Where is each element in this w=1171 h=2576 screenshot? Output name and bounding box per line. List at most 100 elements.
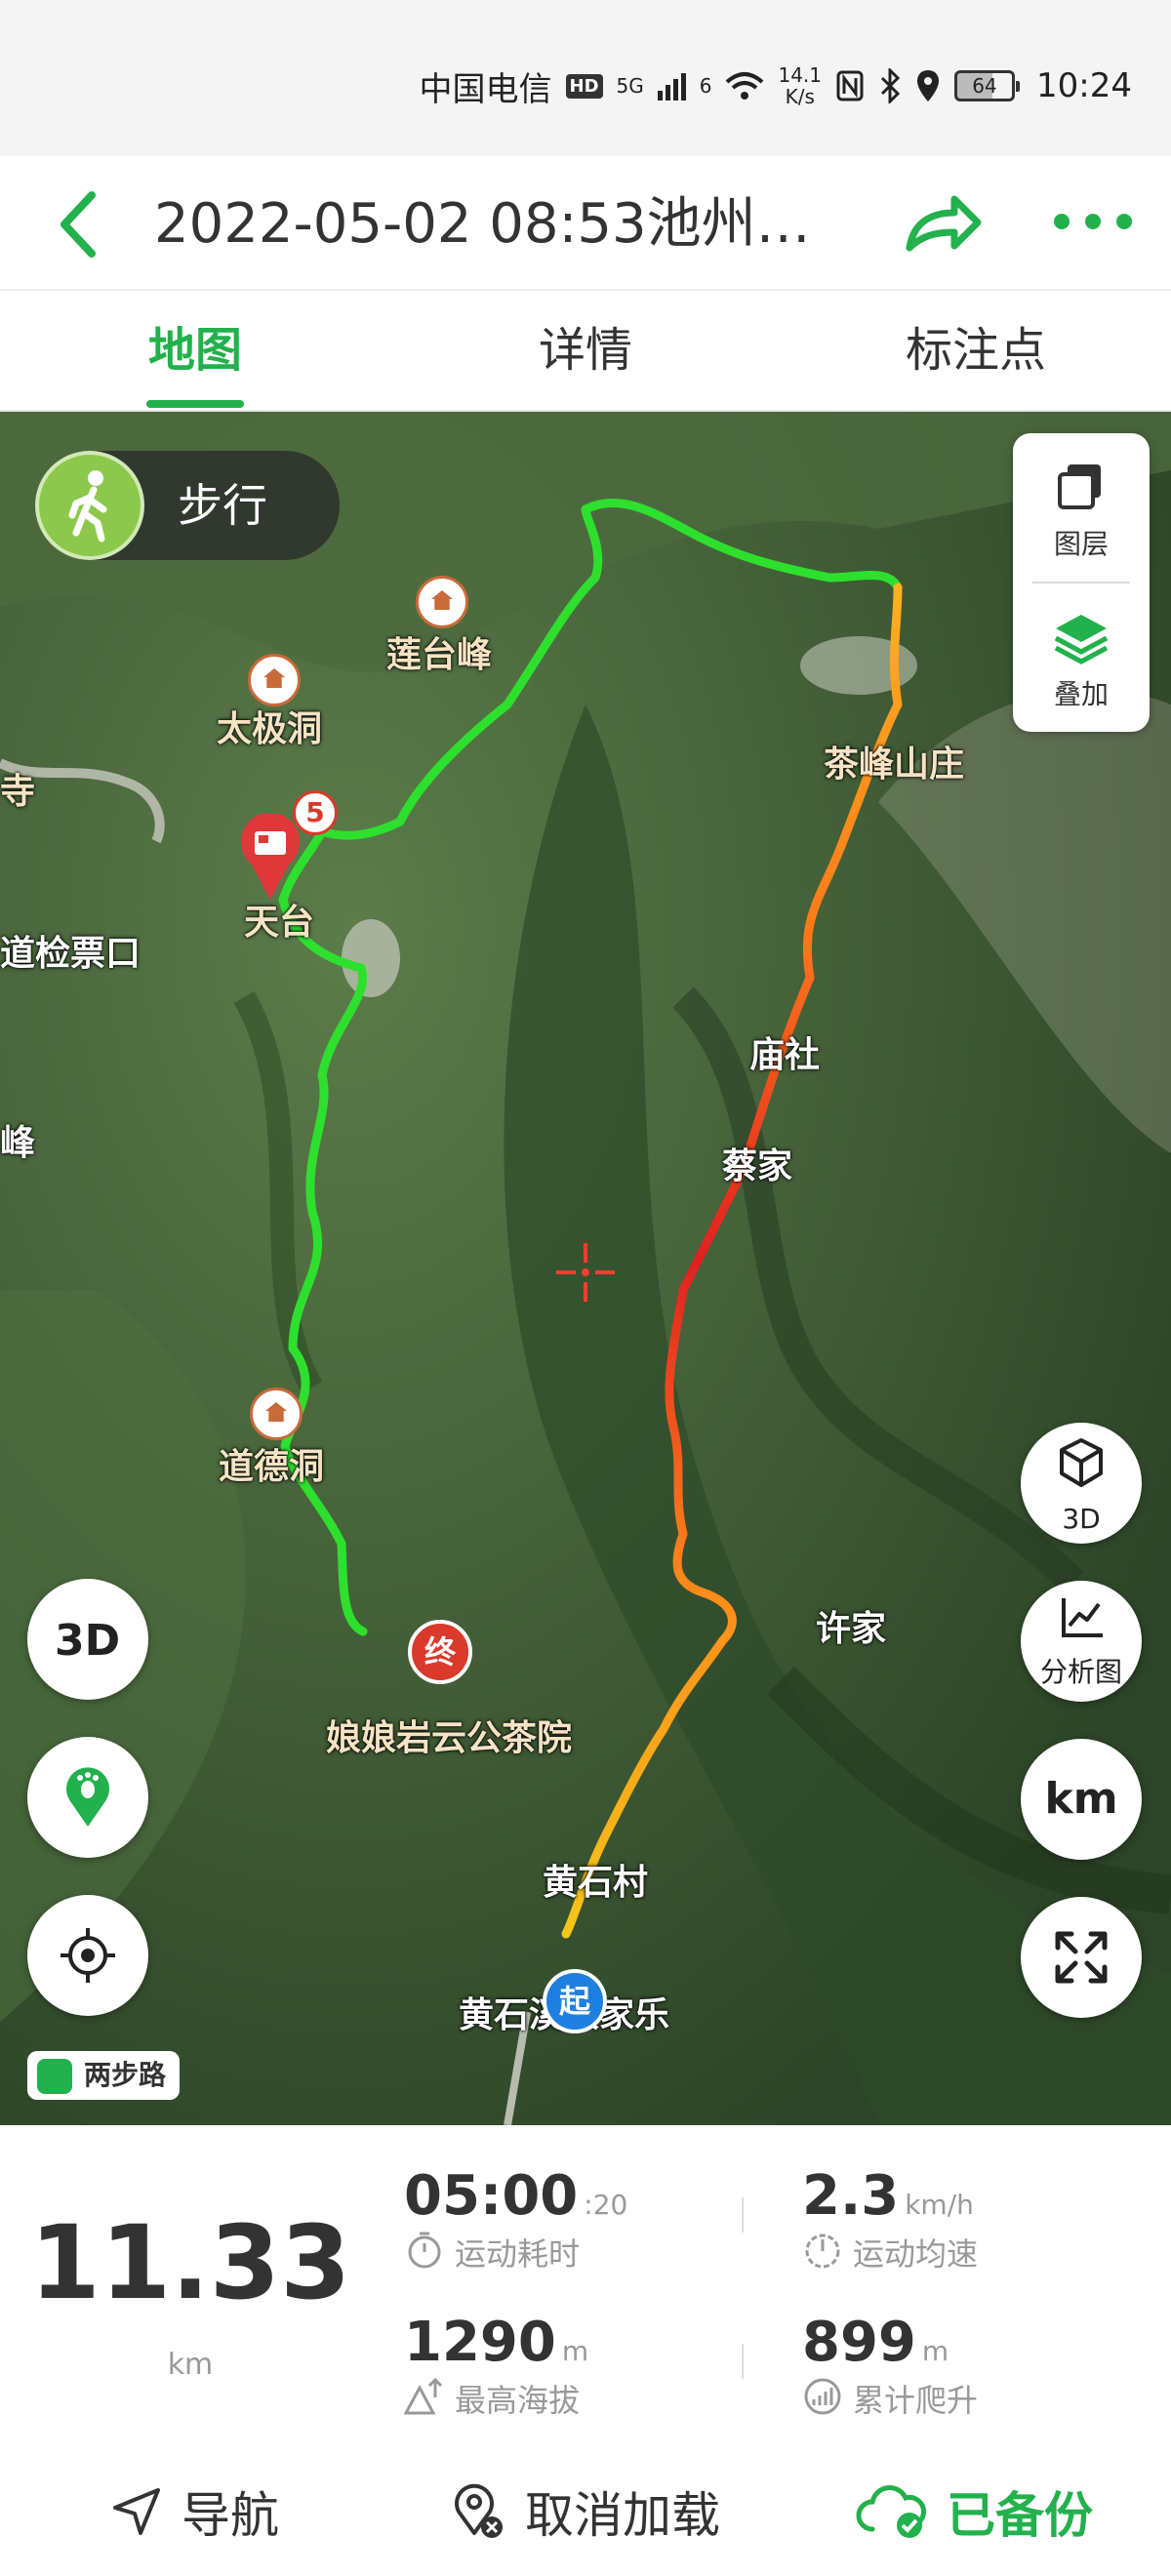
distance-value: 11.33 <box>29 2203 351 2322</box>
navigation-arrow-icon <box>113 2488 160 2535</box>
mountain-peak-icon <box>404 2377 443 2415</box>
back-button[interactable] <box>49 185 107 263</box>
total-climb-unit: m <box>921 2335 949 2367</box>
layers-button[interactable]: 图层 <box>1013 433 1150 580</box>
stat-divider <box>742 2344 744 2379</box>
duration-value: 05:00 <box>404 2164 579 2228</box>
map-source-badge: 两步路 <box>27 2051 181 2100</box>
more-dot <box>1085 214 1101 229</box>
temple-icon <box>416 576 468 628</box>
map-label-daode-cave: 道德洞 <box>219 1447 325 1487</box>
map-label-caijia: 蔡家 <box>722 1147 793 1187</box>
unit-toggle-label: km <box>1044 1774 1118 1824</box>
cube-icon <box>1060 1438 1103 1487</box>
duration-label: 运动耗时 <box>455 2235 581 2273</box>
speedometer-icon <box>805 2234 840 2269</box>
svg-text:3D: 3D <box>55 1616 120 1666</box>
net-speed: 14.1 K/s <box>778 64 822 107</box>
temple-icon <box>250 1388 303 1440</box>
fullscreen-button[interactable] <box>1021 1897 1142 2018</box>
crosshair-locate-icon <box>61 1928 115 1983</box>
locate-me-button[interactable] <box>27 1895 148 2016</box>
share-icon <box>906 195 982 252</box>
location-cancel-icon <box>455 2483 503 2538</box>
overlay-button[interactable]: 叠加 <box>1013 584 1150 730</box>
chevron-left-icon <box>61 191 96 258</box>
map-label-lotus-peak: 莲台峰 <box>386 635 493 675</box>
net-speed-unit: K/s <box>785 85 815 108</box>
share-button[interactable] <box>898 180 986 267</box>
wifi-icon <box>726 72 764 100</box>
navigate-button[interactable]: 导航 <box>109 2461 279 2562</box>
status-bar: 中国电信 HD 5G 6 14.1 K/s 64 10:24 <box>0 0 1171 156</box>
analysis-chart-button[interactable]: 分析图 <box>1021 1581 1142 1702</box>
more-button[interactable] <box>1054 197 1132 246</box>
cancel-load-label: 取消加载 <box>525 2487 720 2544</box>
avg-speed-value: 2.3 <box>802 2164 900 2228</box>
analysis-chart-label: 分析图 <box>1039 1656 1122 1688</box>
backed-up-label: 已备份 <box>947 2487 1093 2544</box>
tab-bar: 地图 详情 标注点 <box>0 289 1171 412</box>
bluetooth-icon <box>880 68 901 103</box>
map-label-taiji-cave: 太极洞 <box>217 709 323 749</box>
temple-icon <box>248 654 301 706</box>
stat-duration: 05:00:20 运动耗时 <box>404 2164 627 2274</box>
distance-unit: km <box>167 2348 214 2382</box>
clock: 10:24 <box>1036 66 1132 105</box>
stopwatch-icon <box>408 2232 441 2269</box>
max-altitude-unit: m <box>561 2335 589 2367</box>
overlay-label: 叠加 <box>1053 678 1109 710</box>
backed-up-button[interactable]: 已备份 <box>855 2461 1093 2562</box>
nfc-icon <box>836 70 864 101</box>
net-6-label: 6 <box>699 74 712 98</box>
activity-mode-pill[interactable]: 步行 <box>35 451 340 560</box>
tab-map[interactable]: 地图 <box>0 291 390 412</box>
map-label-huangshi-village: 黄石村 <box>543 1863 649 1903</box>
stat-divider <box>742 2197 744 2233</box>
cancel-load-button[interactable]: 取消加载 <box>449 2461 720 2562</box>
duration-seconds: :20 <box>584 2189 628 2221</box>
activity-mode-label: 步行 <box>178 479 267 532</box>
photo-pin-icon[interactable] <box>238 814 303 902</box>
hd-icon: HD <box>565 73 603 99</box>
2bulu-logo-icon <box>37 2059 72 2094</box>
more-dot <box>1116 214 1132 229</box>
page-title: 2022-05-02 08:53池州… <box>154 192 811 256</box>
stats-panel: 11.33 km 05:00:20 运动耗时 2.3 km/h 运动均速 1290… <box>0 2125 1171 2447</box>
map-label-si: 寺 <box>0 772 36 812</box>
stat-total-climb: 899 m 累计爬升 <box>802 2311 978 2421</box>
end-pin[interactable]: 终 <box>408 1620 472 1684</box>
3d-view-label: 3D <box>1062 1503 1101 1535</box>
net-speed-value: 14.1 <box>778 63 823 87</box>
footprint-button[interactable] <box>27 1737 148 1858</box>
tab-details[interactable]: 详情 <box>390 291 781 412</box>
navigate-label: 导航 <box>182 2487 279 2544</box>
3d-text-icon: 3D <box>55 1616 120 1666</box>
3d-view-button[interactable]: 3D <box>1021 1423 1142 1544</box>
more-dots-icon <box>1054 214 1070 229</box>
walking-icon <box>35 451 144 560</box>
3d-terrain-button[interactable]: 3D <box>27 1579 148 1700</box>
signal-icon <box>657 71 686 101</box>
expand-arrows-icon <box>1055 1931 1108 1984</box>
total-climb-value: 899 <box>802 2311 916 2374</box>
unit-toggle-button[interactable]: km <box>1021 1739 1142 1860</box>
tab-active-indicator <box>146 400 244 408</box>
layers-icon <box>1058 464 1101 509</box>
line-chart-icon <box>1062 1598 1103 1637</box>
tab-markers[interactable]: 标注点 <box>781 291 1171 412</box>
climb-chart-icon <box>804 2378 841 2415</box>
cloud-check-icon <box>856 2485 927 2538</box>
footprint-pin-icon <box>66 1767 109 1827</box>
map-label-niangniang: 娘娘岩云公茶院 <box>326 1718 573 1758</box>
map-label-ticket-gate: 道检票口 <box>0 934 141 974</box>
max-altitude-value: 1290 <box>404 2311 556 2374</box>
avg-speed-unit: km/h <box>905 2189 974 2221</box>
start-pin[interactable]: 起 <box>543 1969 607 2033</box>
crosshair-icon <box>556 1243 615 1302</box>
map-label-miaoshe: 庙社 <box>749 1035 821 1075</box>
stat-avg-speed: 2.3 km/h 运动均速 <box>802 2164 978 2274</box>
map-view[interactable]: 莲台峰 太极洞 天台 道检票口 寺 峰 茶峰山庄 庙社 蔡家 道德洞 许家 娘娘… <box>0 412 1171 2125</box>
location-icon <box>917 70 940 101</box>
layer-panel: 图层 叠加 <box>1013 433 1150 732</box>
